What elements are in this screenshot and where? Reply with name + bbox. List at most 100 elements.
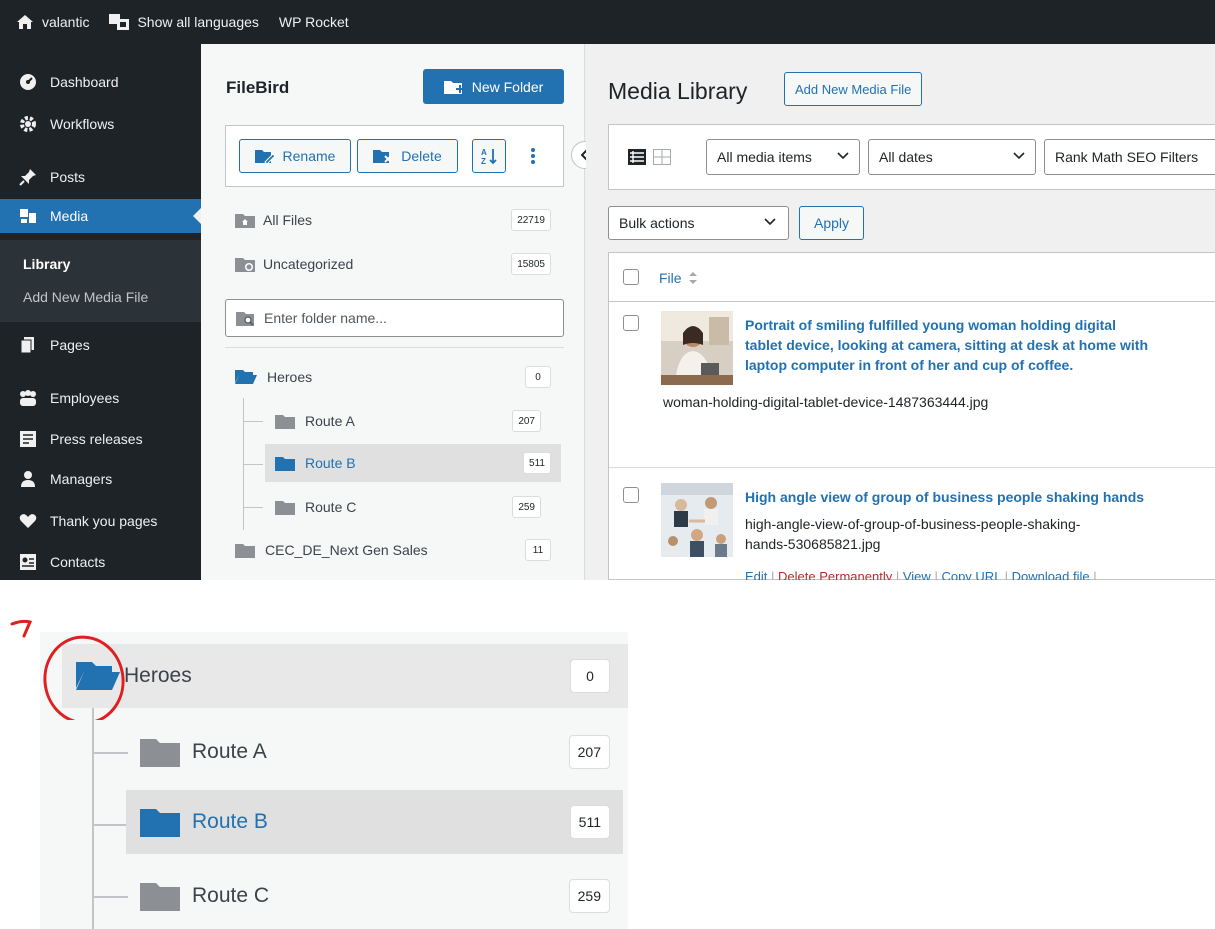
apply-button[interactable]: Apply xyxy=(799,206,864,240)
folder-delete-icon xyxy=(373,150,392,163)
seo-filter-value: Rank Math SEO Filters xyxy=(1055,149,1199,165)
page-title: Media Library xyxy=(608,78,748,104)
grid-view-icon[interactable] xyxy=(653,149,671,165)
media-thumbnail[interactable] xyxy=(661,311,733,385)
file-column-header[interactable]: File xyxy=(659,270,698,286)
sidebar-item-contacts[interactable]: Contacts xyxy=(0,545,201,579)
media-title-link[interactable]: Portrait of smiling fulfilled young woma… xyxy=(745,315,1148,375)
sort-button[interactable]: AZ xyxy=(472,139,506,173)
media-title-line: High angle view of group of business peo… xyxy=(745,489,1145,505)
zoom-folder-heroes[interactable]: Heroes 0 xyxy=(62,644,628,708)
languages-link[interactable]: Show all languages xyxy=(109,14,259,30)
download-file-link[interactable]: Download file xyxy=(1012,569,1090,580)
media-type-select[interactable]: All media items xyxy=(706,139,860,175)
date-select[interactable]: All dates xyxy=(868,139,1036,175)
new-folder-button[interactable]: New Folder xyxy=(423,69,564,104)
more-options-button[interactable] xyxy=(516,139,550,173)
rename-button[interactable]: Rename xyxy=(239,139,351,173)
sort-icon xyxy=(688,272,697,284)
row-checkbox[interactable] xyxy=(623,487,639,503)
row-checkbox[interactable] xyxy=(623,315,639,331)
folder-uncategorized-icon xyxy=(235,257,255,272)
zoom-folder-route-b[interactable]: Route B 511 xyxy=(126,790,623,854)
site-name-label: valantic xyxy=(42,14,90,30)
submenu-add-new[interactable]: Add New Media File xyxy=(23,289,148,305)
site-name-link[interactable]: valantic xyxy=(16,14,89,30)
sidebar-item-dashboard[interactable]: Dashboard xyxy=(0,65,201,99)
tree-connector xyxy=(94,824,128,826)
folder-edit-icon xyxy=(254,150,275,164)
sidebar-item-workflows[interactable]: Workflows xyxy=(0,107,201,141)
sidebar-item-press-releases[interactable]: Press releases xyxy=(0,422,201,456)
folder-count: 207 xyxy=(568,735,610,769)
sidebar-item-label: Contacts xyxy=(50,554,106,570)
wordpress-admin-screenshot: valantic Show all languages WP Rocket Da… xyxy=(0,0,1215,580)
folder-count: 207 xyxy=(512,410,541,432)
edit-link[interactable]: Edit xyxy=(745,569,767,580)
folder-count: 511 xyxy=(569,805,610,839)
folder-search-input[interactable]: Enter folder name... xyxy=(225,299,564,337)
sidebar-item-label: Dashboard xyxy=(50,74,119,90)
folder-label: Route B xyxy=(305,455,356,471)
new-folder-label: New Folder xyxy=(471,78,544,95)
media-title-link[interactable]: High angle view of group of business peo… xyxy=(745,487,1144,507)
sidebar-item-label: Managers xyxy=(50,471,113,487)
sidebar-item-label: Media xyxy=(50,208,89,224)
media-thumbnail[interactable] xyxy=(661,483,733,557)
sidebar-item-posts[interactable]: Posts xyxy=(0,160,201,194)
media-table: File Portrait of smiling fulfilled young… xyxy=(608,252,1215,580)
tree-connector xyxy=(243,421,263,422)
submenu-library[interactable]: Library xyxy=(23,256,70,272)
copy-url-link[interactable]: Copy URL xyxy=(941,569,1000,580)
bulk-actions-value: Bulk actions xyxy=(619,215,695,231)
select-all-checkbox[interactable] xyxy=(623,269,639,285)
folder-plus-icon xyxy=(443,80,464,94)
pages-icon xyxy=(18,335,38,355)
media-icon xyxy=(18,206,38,226)
seo-filter-select[interactable]: Rank Math SEO Filters xyxy=(1044,139,1215,175)
sidebar-item-media[interactable]: Media xyxy=(0,199,201,233)
sidebar-item-managers[interactable]: Managers xyxy=(0,462,201,496)
zoom-folder-route-a[interactable]: Route A 207 xyxy=(140,720,628,784)
folder-search-icon xyxy=(236,311,254,326)
folder-search-placeholder: Enter folder name... xyxy=(264,310,387,326)
folder-label: Heroes xyxy=(124,664,192,687)
media-type-value: All media items xyxy=(717,149,812,165)
sidebar-item-pages[interactable]: Pages xyxy=(0,328,201,362)
folder-label: Route B xyxy=(192,810,268,833)
file-column-label: File xyxy=(659,270,682,286)
sidebar-item-label: Thank you pages xyxy=(50,513,158,529)
folder-cec-de-next-gen-sales[interactable]: CEC_DE_Next Gen Sales 11 xyxy=(235,531,551,569)
active-indicator xyxy=(193,208,201,224)
delete-permanently-link[interactable]: Delete Permanently xyxy=(778,569,892,580)
all-files-label: All Files xyxy=(263,212,313,228)
uncategorized-item[interactable]: Uncategorized 15805 xyxy=(235,245,551,283)
row-divider xyxy=(609,467,1215,468)
folder-route-c[interactable]: Route C 259 xyxy=(275,488,551,526)
group-icon xyxy=(18,388,38,408)
wp-rocket-link[interactable]: WP Rocket xyxy=(279,14,349,30)
folder-route-b[interactable]: Route B 511 xyxy=(265,444,561,482)
view-link[interactable]: View xyxy=(903,569,931,580)
zoom-folder-route-c[interactable]: Route C 259 xyxy=(140,864,628,928)
sidebar-item-thank-you-pages[interactable]: Thank you pages xyxy=(0,504,201,538)
heart-icon xyxy=(18,511,38,531)
tree-connector xyxy=(94,752,128,754)
sidebar-item-label: Posts xyxy=(50,169,86,185)
folder-route-a[interactable]: Route A 207 xyxy=(275,402,551,440)
languages-label: Show all languages xyxy=(137,14,259,30)
media-filename: woman-holding-digital-tablet-device-1487… xyxy=(663,394,989,410)
translate-icon xyxy=(109,14,130,30)
table-header-divider xyxy=(609,301,1215,302)
bulk-actions-select[interactable]: Bulk actions xyxy=(608,206,789,240)
all-files-item[interactable]: All Files 22719 xyxy=(235,201,551,239)
delete-button[interactable]: Delete xyxy=(357,139,458,173)
chevron-down-icon xyxy=(1013,152,1025,160)
add-new-media-button[interactable]: Add New Media File xyxy=(784,72,923,106)
uncategorized-count: 15805 xyxy=(511,253,551,275)
folder-heroes[interactable]: Heroes 0 xyxy=(235,358,551,396)
list-view-icon[interactable] xyxy=(628,149,646,165)
sidebar-item-employees[interactable]: Employees xyxy=(0,381,201,415)
home-icon xyxy=(17,15,33,29)
folder-label: CEC_DE_Next Gen Sales xyxy=(265,542,428,558)
